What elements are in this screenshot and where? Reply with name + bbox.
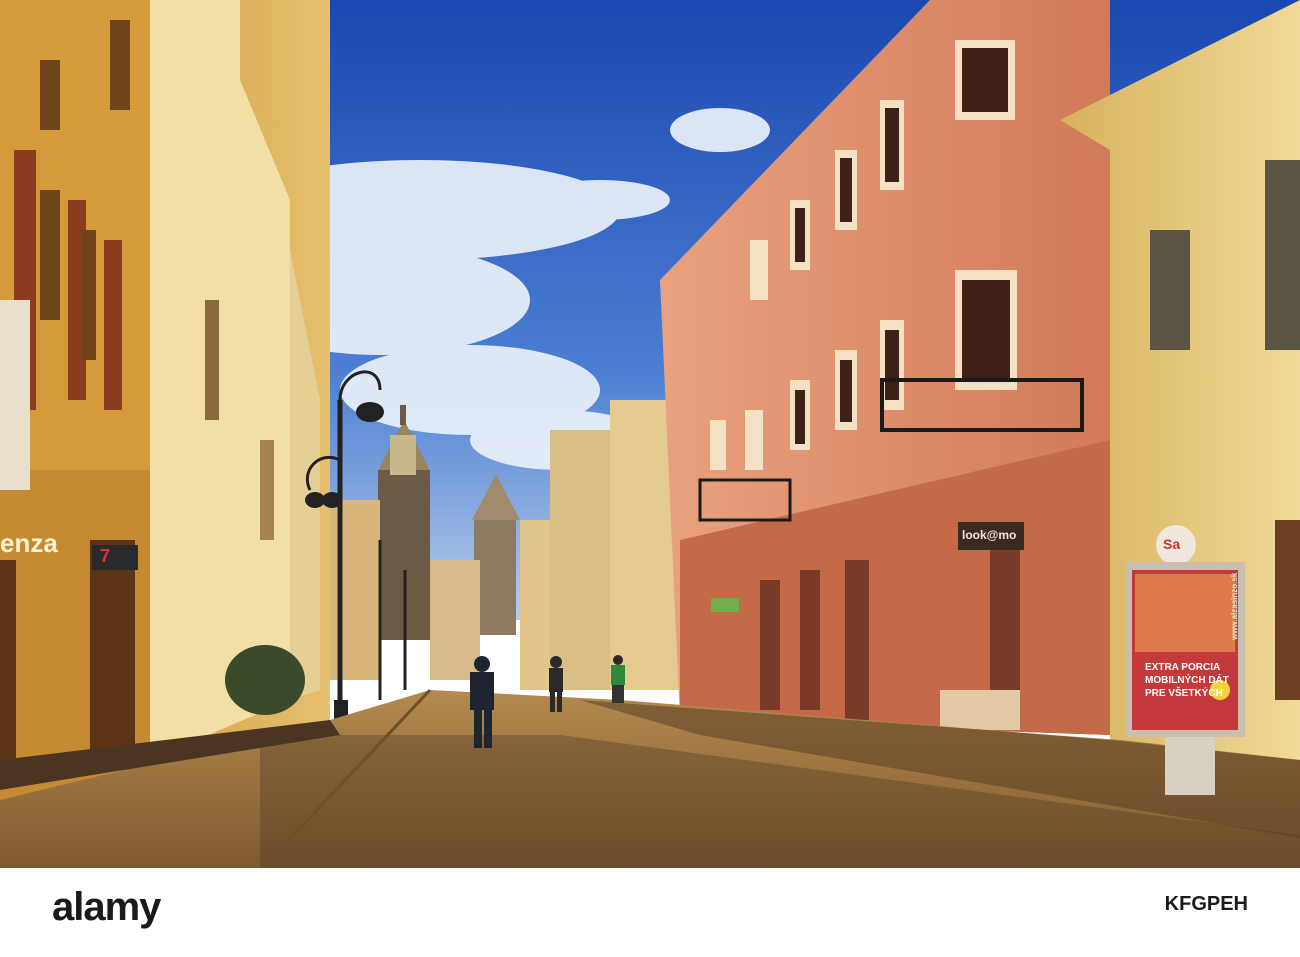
salon-sign: Sa bbox=[1163, 536, 1181, 552]
image-id-label: KFGPEH bbox=[1164, 893, 1248, 915]
watermark-footer bbox=[0, 868, 1300, 957]
left-store-sign: enza bbox=[0, 528, 58, 558]
billboard-line-1: EXTRA PORCIA bbox=[1145, 662, 1221, 673]
lookimo-sign: look@mo bbox=[962, 528, 1017, 542]
left-shop-sign: 7 bbox=[100, 546, 111, 566]
billboard-line-2: MOBILNÝCH DÁT bbox=[1145, 675, 1229, 686]
left-facades bbox=[0, 0, 330, 800]
brand-logo[interactable]: alamy bbox=[52, 885, 161, 929]
stock-photo-page: enza 7 look@mo Sa EXTRA PORCIA MOBILNÝCH… bbox=[0, 0, 1300, 957]
street-photo bbox=[0, 0, 1300, 868]
billboard-side-url: www.alzasinzo.sk bbox=[1230, 572, 1239, 640]
billboard-line-3: PRE VŠETKÝCH bbox=[1145, 688, 1223, 699]
